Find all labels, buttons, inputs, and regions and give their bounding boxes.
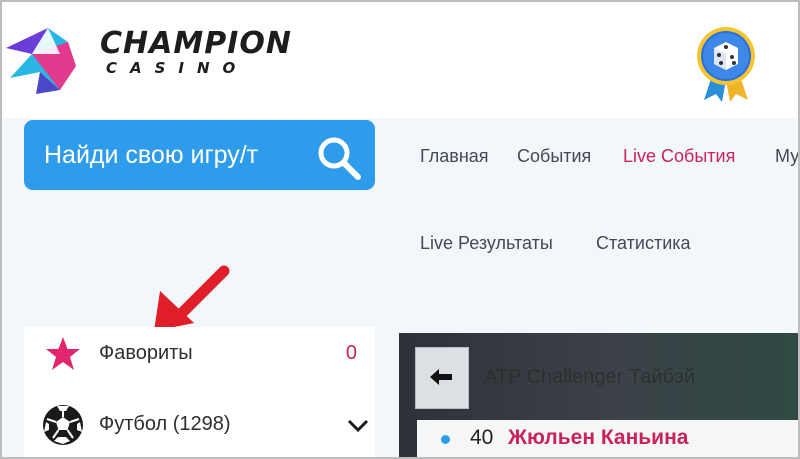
match-score: 40 [470, 426, 494, 449]
search-icon[interactable] [315, 134, 363, 182]
soccer-ball-icon [43, 405, 83, 445]
logo-wordmark[interactable]: CHAMPION CASINO [100, 26, 292, 77]
medal-dice-icon[interactable] [694, 26, 758, 102]
nav-events[interactable]: События [517, 146, 591, 167]
sidebar-item-favorites[interactable]: Фавориты 0 [24, 327, 375, 387]
search-input[interactable] [44, 138, 312, 172]
sidebar-item-label: Фавориты [99, 342, 193, 364]
favorites-count: 0 [345, 342, 357, 364]
nav-statistics[interactable]: Статистика [596, 233, 691, 254]
nav-main[interactable]: Главная [420, 146, 489, 167]
chevron-down-icon[interactable] [347, 419, 369, 433]
player-name: Жюльен Каньина [508, 426, 689, 449]
match-row[interactable]: 40 Жюльен Каньина [417, 420, 798, 457]
back-arrow-icon [430, 369, 452, 385]
logo-title: CHAMPION [100, 26, 292, 61]
sidebar-item-label: Футбол (1298) [99, 413, 231, 435]
champion-logo-icon[interactable] [2, 20, 82, 94]
sidebar-item-football[interactable]: Футбол (1298) [24, 393, 375, 453]
event-banner: ATP Challenger Тайбэй 40 Жюльен Каньина [399, 333, 798, 457]
star-icon [46, 337, 80, 370]
nav-live-results[interactable]: Live Результаты [420, 233, 553, 254]
logo-subtitle: CASINO [106, 59, 249, 77]
nav-truncated-item[interactable]: Му [775, 146, 799, 167]
sidebar: Фавориты 0 Футбол (1298) [24, 327, 375, 457]
back-button[interactable] [415, 347, 469, 409]
nav-live-events[interactable]: Live События [623, 146, 735, 167]
live-dot-icon [441, 435, 450, 444]
tournament-title: ATP Challenger Тайбэй [484, 366, 696, 388]
site-header: CHAMPION CASINO [2, 2, 798, 118]
